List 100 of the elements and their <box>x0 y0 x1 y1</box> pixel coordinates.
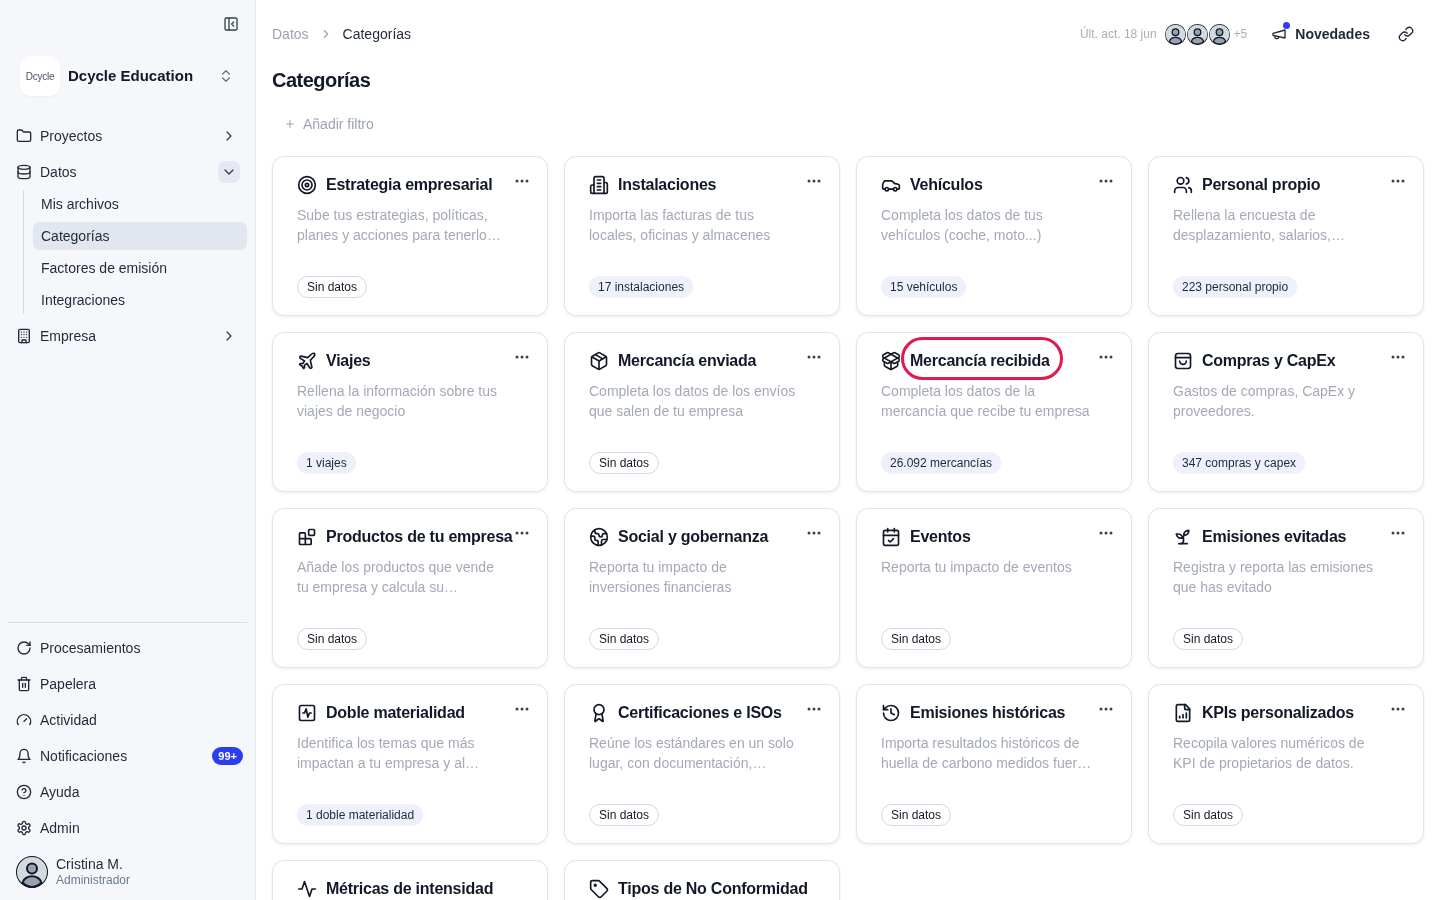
card-title: Mercancía recibida <box>910 351 1050 371</box>
category-card[interactable]: Productos de tu empresa Añade los productos que vende tu empresa y calcula su… Sin datos <box>272 508 548 668</box>
nav-subitem[interactable]: Integraciones <box>33 286 247 314</box>
nav-item[interactable]: Ayuda <box>8 774 247 810</box>
bag-icon <box>1173 351 1193 371</box>
card-description: Recopila valores numéricos de KPI de propietarios de datos. <box>1173 734 1366 773</box>
more-icon[interactable] <box>515 707 529 711</box>
nav-subitem[interactable]: Mis archivos <box>33 190 247 218</box>
globe-icon <box>589 527 609 547</box>
empty-badge: Sin datos <box>589 804 660 826</box>
nav-item[interactable]: Papelera <box>8 666 247 702</box>
folder-icon <box>16 128 32 144</box>
card-title: Emisiones históricas <box>910 703 1066 723</box>
target-icon <box>297 175 317 195</box>
empty-badge: Sin datos <box>1173 628 1244 650</box>
history-icon <box>881 703 901 723</box>
avatar-icon[interactable] <box>1164 23 1186 45</box>
nav-item[interactable]: Actividad <box>8 702 247 738</box>
nav-item[interactable]: Procesamientos <box>8 630 247 666</box>
plane-icon <box>297 351 317 371</box>
building-icon <box>589 175 609 195</box>
count-badge: 1 viajes <box>297 452 356 474</box>
link-icon[interactable] <box>1398 26 1414 42</box>
more-icon[interactable] <box>1391 531 1405 535</box>
avatar-icon[interactable] <box>1208 23 1230 45</box>
card-title: Social y gobernanza <box>618 527 769 547</box>
category-card[interactable]: Viajes Rellena la información sobre tus viajes de negocio 1 viajes <box>272 332 548 492</box>
breadcrumb-current: Categorías <box>342 24 412 44</box>
category-card[interactable]: Social y gobernanza Reporta tu impacto de inversiones financieras Sin datos <box>564 508 840 668</box>
more-icon[interactable] <box>515 355 529 359</box>
last-update-text: Últ. act. 18 jun <box>1079 25 1157 43</box>
category-card[interactable]: Estrategia empresarial Sube tus estrategias, políticas, planes y acciones para tenerlo… Sin datos <box>272 156 548 316</box>
page-title: Categorías <box>272 68 372 93</box>
card-description: Reporta tu impacto de inversiones financieras <box>589 558 733 597</box>
megaphone-icon <box>1271 26 1288 42</box>
more-icon[interactable] <box>515 531 529 535</box>
category-card[interactable]: Vehículos Completa los datos de tus vehículos (coche, moto...) 15 vehículos <box>856 156 1132 316</box>
open-box-icon <box>881 351 901 371</box>
count-badge: 17 instalaciones <box>589 276 694 298</box>
card-title: Doble materialidad <box>326 703 465 723</box>
card-title: KPIs personalizados <box>1202 703 1354 723</box>
category-card[interactable]: Doble materialidad Identifica los temas que más impactan a tu empresa y al… 1 doble materialidad <box>272 684 548 844</box>
nav-item[interactable]: Notificaciones 99+ <box>8 738 247 774</box>
category-card[interactable]: Métricas de intensidad <box>272 860 548 900</box>
nav-item[interactable]: Admin <box>8 810 247 846</box>
news-button[interactable]: Novedades <box>1271 23 1370 45</box>
more-icon[interactable] <box>1391 179 1405 183</box>
category-card[interactable]: Compras y CapEx Gastos de compras, CapEx y proveedores. 347 compras y capex <box>1148 332 1424 492</box>
users-icon <box>1173 175 1193 195</box>
empty-badge: Sin datos <box>589 452 660 474</box>
card-description: Sube tus estrategias, políticas, planes y acciones para tenerlo… <box>297 206 502 245</box>
refresh-icon <box>16 640 32 656</box>
card-title: Compras y CapEx <box>1202 351 1336 371</box>
card-description: Completa los datos de tus vehículos (coche, moto...) <box>881 206 1044 245</box>
trash-icon <box>16 676 32 692</box>
more-icon[interactable] <box>807 531 821 535</box>
more-icon[interactable] <box>807 707 821 711</box>
category-card[interactable]: Mercancía recibida Completa los datos de la mercancía que recibe tu empresa 26.092 mercancías <box>856 332 1132 492</box>
collapse-sidebar-icon[interactable] <box>223 16 239 32</box>
more-icon[interactable] <box>1391 707 1405 711</box>
more-icon[interactable] <box>807 355 821 359</box>
card-title: Certificaciones e ISOs <box>618 703 782 723</box>
card-title: Personal propio <box>1202 175 1321 195</box>
more-icon[interactable] <box>1099 355 1113 359</box>
nav-item[interactable]: Empresa <box>8 318 247 354</box>
count-badge: 223 personal propio <box>1173 276 1298 298</box>
card-description: Completa los datos de la mercancía que recibe tu empresa <box>881 382 1091 421</box>
organization-name[interactable]: Dcycle Education <box>68 64 218 88</box>
empty-badge: Sin datos <box>589 628 660 650</box>
more-icon[interactable] <box>1099 179 1113 183</box>
category-card[interactable]: Certificaciones e ISOs Reúne los estándares en un solo lugar, con documentación,… Sin datos <box>564 684 840 844</box>
category-card[interactable]: Mercancía enviada Completa los datos de los envíos que salen de tu empresa Sin datos <box>564 332 840 492</box>
category-card[interactable]: Instalaciones Importa las facturas de tus locales, oficinas y almacenes 17 instalaciones <box>564 156 840 316</box>
avatar-icon[interactable] <box>1186 23 1208 45</box>
pulse-icon <box>297 879 317 899</box>
card-title: Mercancía enviada <box>618 351 757 371</box>
card-title: Productos de tu empresa <box>326 527 513 547</box>
empty-badge: Sin datos <box>881 804 952 826</box>
settings-icon <box>16 820 32 836</box>
nav-subitem[interactable]: Factores de emisión <box>33 254 247 282</box>
more-icon[interactable] <box>807 179 821 183</box>
more-icon[interactable] <box>1391 355 1405 359</box>
more-icon[interactable] <box>515 179 529 183</box>
category-card[interactable]: Personal propio Rellena la encuesta de desplazamiento, salarios,… 223 personal propio <box>1148 156 1424 316</box>
nav-item[interactable]: Datos <box>8 154 247 190</box>
category-card[interactable]: Eventos Reporta tu impacto de eventos Sin datos <box>856 508 1132 668</box>
more-icon[interactable] <box>1099 707 1113 711</box>
nav-item[interactable]: Proyectos <box>8 118 247 154</box>
card-title: Eventos <box>910 527 971 547</box>
category-card[interactable]: Tipos de No Conformidad <box>564 860 840 900</box>
category-card[interactable]: KPIs personalizados Recopila valores numéricos de KPI de propietarios de datos. Sin datos <box>1148 684 1424 844</box>
card-description: Añade los productos que vende tu empresa y calcula su… <box>297 558 495 597</box>
category-card[interactable]: Emisiones históricas Importa resultados históricos de huella de carbono medidos fuer… Sin datos <box>856 684 1132 844</box>
avatar-icon[interactable] <box>16 856 48 888</box>
more-icon[interactable] <box>1099 531 1113 535</box>
count-badge: 347 compras y capex <box>1173 452 1306 474</box>
empty-badge: Sin datos <box>297 276 368 298</box>
category-card[interactable]: Emisiones evitadas Registra y reporta las emisiones que has evitado Sin datos <box>1148 508 1424 668</box>
card-title: Emisiones evitadas <box>1202 527 1347 547</box>
nav-subitem[interactable]: Categorías <box>33 222 247 250</box>
